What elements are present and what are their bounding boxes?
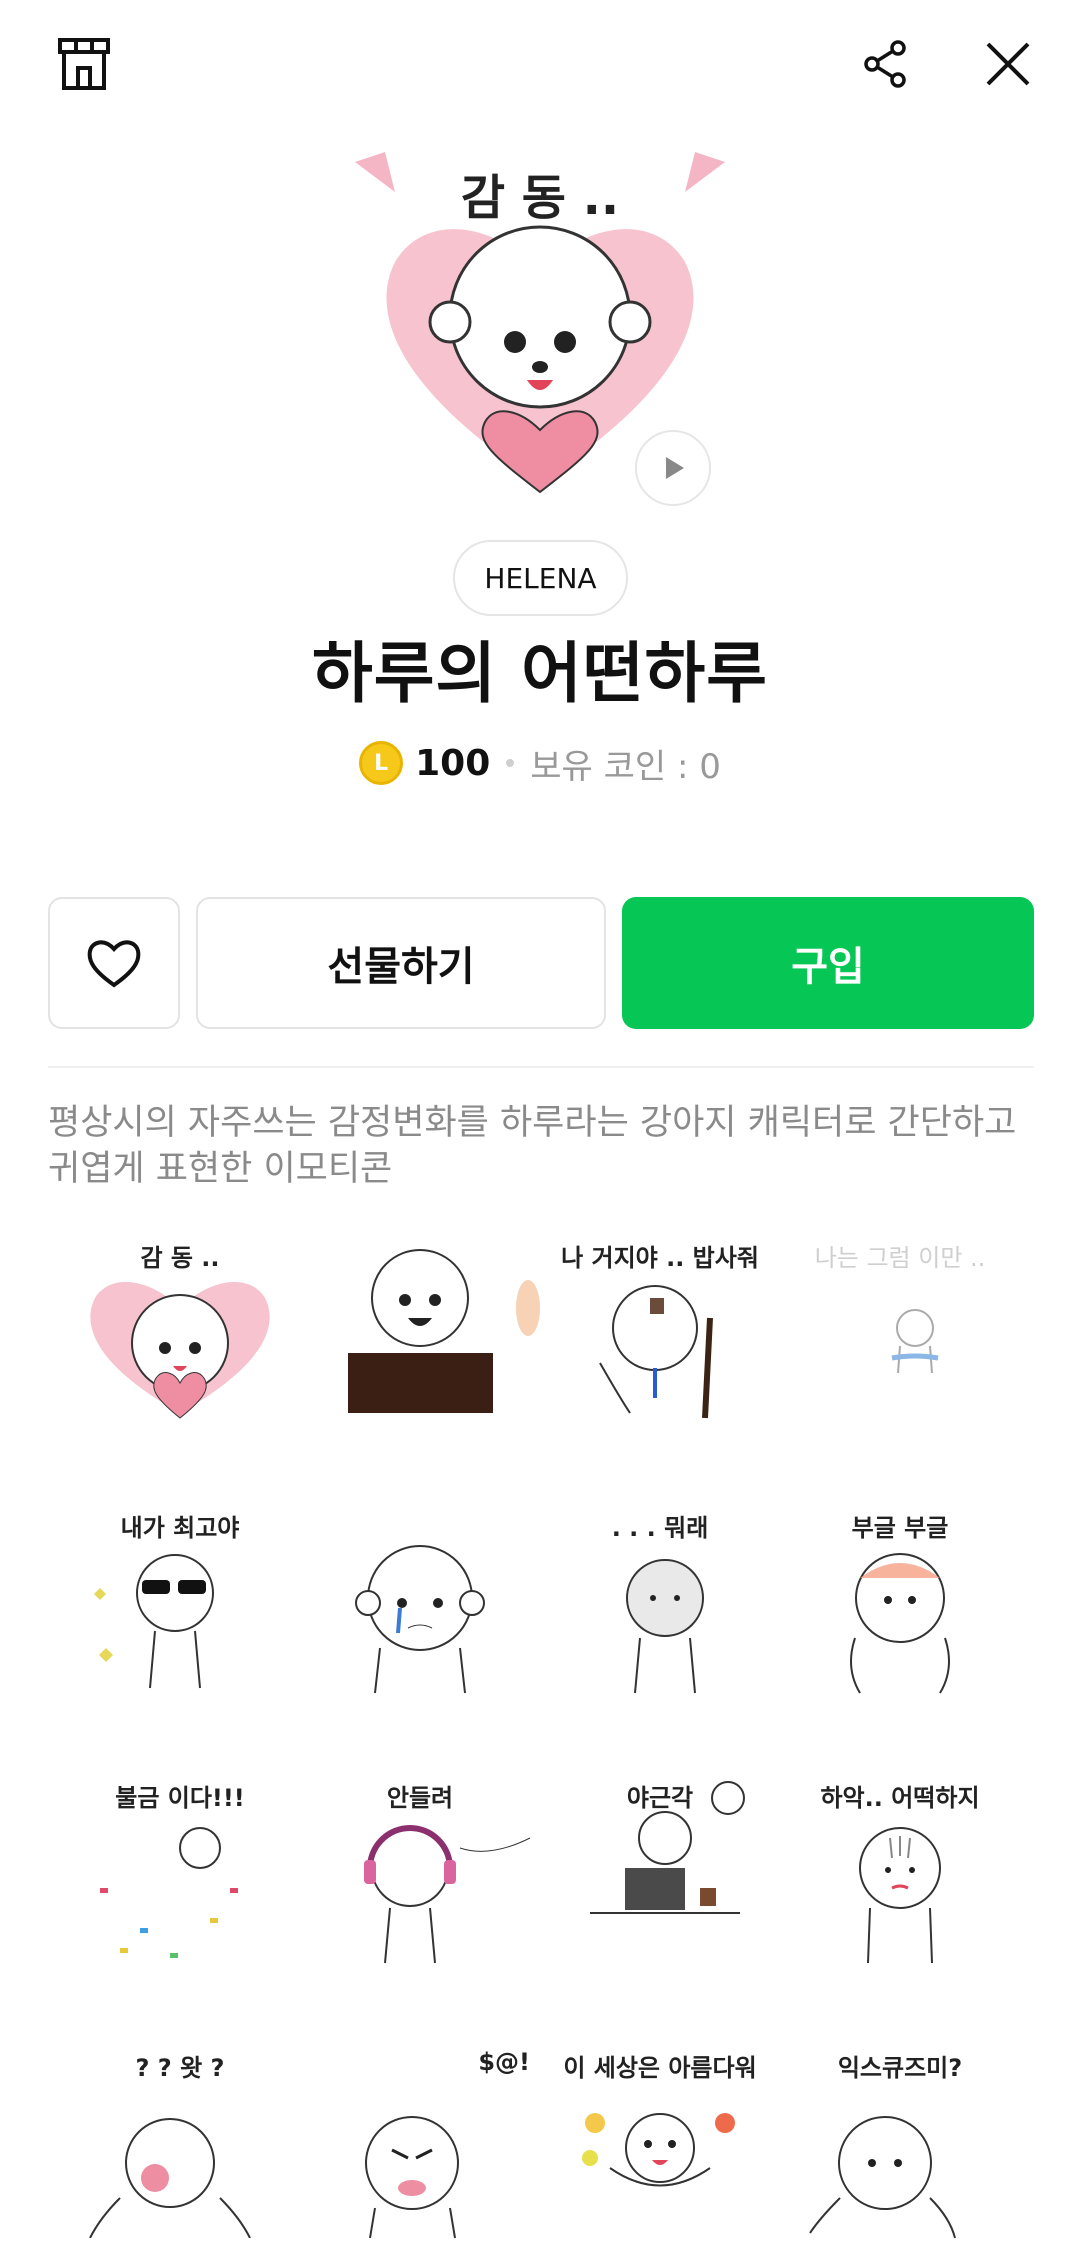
close-icon[interactable] (972, 28, 1044, 100)
sticker-item[interactable]: $@! (300, 2038, 540, 2238)
sticker-caption: 하악.. 어떡하지 (820, 1784, 980, 1812)
sticker-caption: 불금 이다!!! (115, 1784, 245, 1812)
product-title: 하루의 어떤하루 (311, 635, 769, 712)
sticker-item[interactable]: 야근각 (540, 1768, 780, 1968)
owned-coins: 보유 코인 : 0 (530, 746, 721, 787)
author-badge[interactable]: HELENA (453, 540, 628, 616)
like-button[interactable] (48, 897, 180, 1029)
sticker-caption: 안들려 (386, 1784, 454, 1812)
play-icon[interactable] (635, 430, 711, 506)
coin-icon: L (359, 741, 404, 785)
gift-button[interactable]: 선물하기 (196, 897, 606, 1029)
sticker-item[interactable]: 부글 부글 (780, 1498, 1020, 1698)
sticker-item[interactable]: 안들려 (300, 1768, 540, 1968)
sticker-caption: $@! (478, 2048, 530, 2076)
separator-dot (506, 759, 515, 767)
sticker-caption: . . . 뭐래 (611, 1514, 709, 1542)
sticker-item[interactable]: 하악.. 어떡하지 (780, 1768, 1020, 1968)
divider (48, 1066, 1034, 1068)
sticker-caption: 야근각 (626, 1784, 694, 1812)
sticker-item[interactable]: ? ? 왓 ? (60, 2038, 300, 2238)
sticker-item[interactable]: 불금 이다!!! (60, 1768, 300, 1968)
buy-button[interactable]: 구입 (622, 897, 1034, 1029)
sticker-item[interactable] (300, 1228, 540, 1428)
sticker-item[interactable]: 이 세상은 아름다워 (540, 2038, 780, 2238)
sticker-caption: 내가 최고야 (120, 1514, 240, 1542)
shop-icon[interactable] (48, 28, 120, 100)
share-icon[interactable] (850, 28, 922, 100)
sticker-caption: 나는 그럼 이만 .. (814, 1244, 986, 1272)
sticker-caption: ? ? 왓 ? (135, 2054, 225, 2082)
sticker-caption: 익스큐즈미? (837, 2054, 963, 2082)
sticker-item[interactable] (300, 1498, 540, 1698)
product-description: 평상시의 자주쓰는 감정변화를 하루라는 강아지 캐릭터로 간단하고 귀엽게 표… (48, 1103, 1017, 1189)
sticker-item[interactable]: 나 거지야 .. 밥사줘 (540, 1228, 780, 1428)
sticker-item[interactable]: 내가 최고야 (60, 1498, 300, 1698)
sticker-item[interactable]: 익스큐즈미? (780, 2038, 1020, 2238)
action-buttons: 선물하기 구입 (48, 897, 1034, 1029)
top-bar (0, 0, 1080, 130)
sticker-caption: 이 세상은 아름다워 (563, 2054, 757, 2082)
heart-outline-icon (87, 940, 141, 988)
sticker-caption: 나 거지야 .. 밥사줘 (561, 1244, 759, 1272)
sticker-item[interactable]: 나는 그럼 이만 .. (780, 1228, 1020, 1428)
sticker-caption: 감 동 .. (140, 1244, 220, 1272)
sticker-item[interactable]: . . . 뭐래 (540, 1498, 780, 1698)
sticker-caption: 부글 부글 (851, 1514, 949, 1542)
hero-caption: 감 동 .. (460, 170, 620, 226)
sticker-item[interactable]: 감 동 .. (60, 1228, 300, 1428)
price-row: L 100 보유 코인 : 0 (0, 735, 1080, 791)
price-value: 100 (415, 742, 491, 784)
